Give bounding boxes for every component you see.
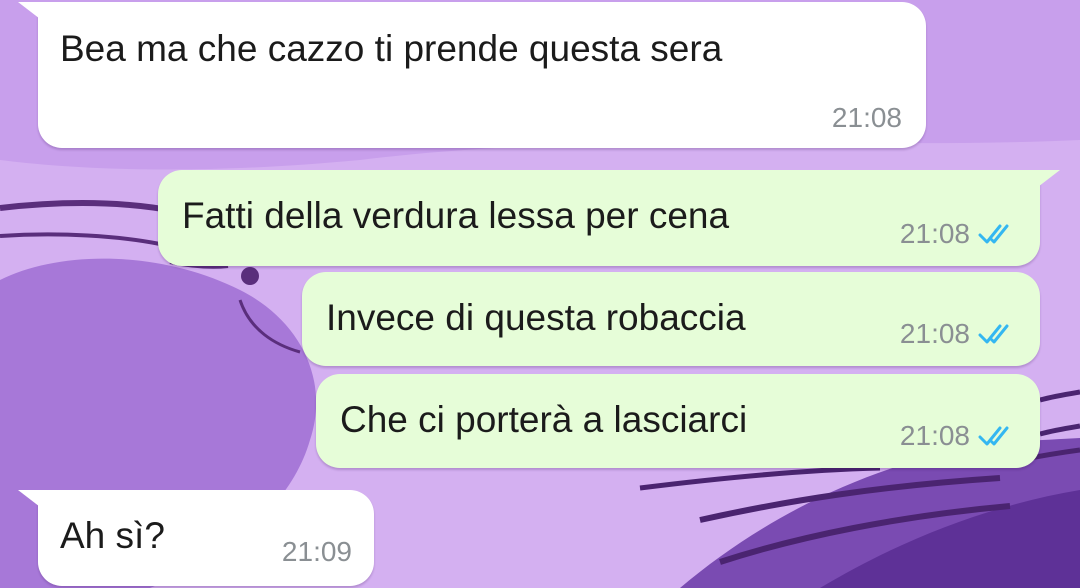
message-bubble-outgoing[interactable]: Invece di questa robaccia 21:08: [302, 272, 1040, 366]
message-meta: 21:08: [900, 318, 1018, 350]
bubble-tail: [18, 2, 44, 22]
message-timestamp: 21:08: [831, 102, 902, 133]
message-text: Ah sì?: [60, 515, 165, 556]
message-text: Che ci porterà a lasciarci: [340, 399, 748, 440]
double-check-read-icon: [978, 423, 1018, 449]
message-meta: 21:08: [900, 218, 1018, 250]
message-text: Fatti della verdura lessa per cena: [182, 195, 730, 236]
bubble-tail: [18, 490, 44, 510]
message-timestamp: 21:09: [281, 536, 352, 567]
double-check-read-icon: [978, 221, 1018, 247]
message-text: Invece di questa robaccia: [326, 297, 746, 338]
message-meta: 21:08: [900, 420, 1018, 452]
message-timestamp: 21:08: [899, 420, 970, 451]
double-check-read-icon: [978, 321, 1018, 347]
message-meta: 21:09: [282, 536, 352, 568]
message-text: Bea ma che cazzo ti prende questa sera: [60, 28, 723, 69]
message-bubble-incoming[interactable]: Bea ma che cazzo ti prende questa sera 2…: [18, 2, 926, 148]
message-meta: 21:08: [832, 102, 902, 134]
message-bubble-outgoing[interactable]: Che ci porterà a lasciarci 21:08: [316, 374, 1040, 468]
message-bubble-incoming[interactable]: Ah sì? 21:09: [18, 490, 374, 586]
bubble-tail: [1034, 170, 1060, 190]
message-timestamp: 21:08: [899, 218, 970, 249]
message-bubble-outgoing[interactable]: Fatti della verdura lessa per cena 21:08: [158, 170, 1060, 266]
message-timestamp: 21:08: [899, 318, 970, 349]
